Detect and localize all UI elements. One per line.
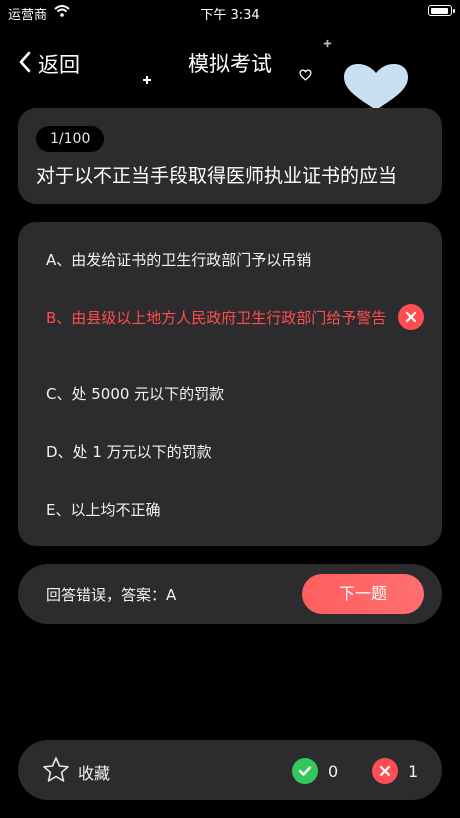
star-icon xyxy=(42,756,70,787)
battery-icon xyxy=(428,5,455,16)
options-card: A、由发给证书的卫生行政部门予以吊销 B、由县级以上地方人民政府卫生行政部门给予… xyxy=(18,222,442,546)
option-a[interactable]: A、由发给证书的卫生行政部门予以吊销 xyxy=(46,250,392,270)
plus-icon xyxy=(142,70,152,89)
question-progress: 1/100 xyxy=(36,126,105,152)
wrong-count: 1 xyxy=(408,761,419,781)
status-bar: 运营商 下午 3:34 xyxy=(0,0,460,24)
option-c[interactable]: C、处 5000 元以下的罚款 xyxy=(46,384,392,404)
question-text: 对于以不正当手段取得医师执业证书的应当 xyxy=(36,165,398,187)
answer-result: 回答错误，答案：A xyxy=(46,586,177,604)
bottom-bar: 收藏 0 1 xyxy=(18,740,442,800)
clock: 下午 3:34 xyxy=(200,8,260,23)
answer-bar: 回答错误，答案：A 下一题 xyxy=(18,564,442,624)
option-e[interactable]: E、以上均不正确 xyxy=(46,500,392,520)
correct-count: 0 xyxy=(328,761,339,781)
heart-icon xyxy=(299,66,312,85)
cross-icon xyxy=(372,758,398,784)
check-icon xyxy=(292,758,318,784)
question-card: 1/100 对于以不正当手段取得医师执业证书的应当 xyxy=(18,108,442,204)
favorite-button[interactable]: 收藏 xyxy=(42,756,110,787)
correct-count-stat: 0 xyxy=(292,758,338,784)
next-question-button[interactable]: 下一题 xyxy=(302,574,424,614)
option-b[interactable]: B、由县级以上地方人民政府卫生行政部门给予警告 xyxy=(46,308,392,328)
favorite-label: 收藏 xyxy=(78,763,111,783)
wrong-count-stat: 1 xyxy=(372,758,418,784)
wrong-icon xyxy=(398,304,424,330)
plus-icon xyxy=(323,33,332,52)
option-d[interactable]: D、处 1 万元以下的罚款 xyxy=(46,442,392,462)
